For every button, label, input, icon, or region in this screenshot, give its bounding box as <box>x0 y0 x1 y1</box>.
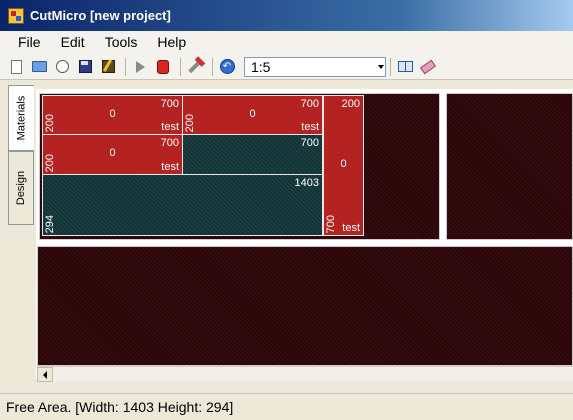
piece[interactable]: 700 0 test 200 <box>182 95 323 135</box>
eraser-button[interactable] <box>418 57 438 77</box>
free-area[interactable]: 1403 294 <box>42 174 323 236</box>
menu-tools[interactable]: Tools <box>95 31 148 54</box>
piece-height: 700 <box>325 214 337 233</box>
run-button[interactable] <box>130 57 150 77</box>
toolbar: ↶ 1:5 <box>0 54 573 80</box>
free-area[interactable]: 700 <box>182 134 323 175</box>
piece-name: test <box>161 121 179 133</box>
tab-materials-label: Materials <box>15 95 28 141</box>
window-title: CutMicro [new project] <box>30 8 171 23</box>
piece-name: test <box>161 161 179 173</box>
open-button[interactable] <box>29 57 49 77</box>
stop-button[interactable] <box>153 57 173 77</box>
scale-value: 1:5 <box>251 58 271 75</box>
toolbar-separator <box>212 57 213 76</box>
save-as-icon <box>101 60 115 73</box>
new-file-icon <box>10 59 22 74</box>
toolbar-separator <box>390 57 391 76</box>
sheet-right[interactable] <box>446 93 573 240</box>
tools-button[interactable] <box>185 57 205 77</box>
piece-width: 200 <box>341 98 360 110</box>
piece-name: test <box>342 222 360 234</box>
piece[interactable]: 700 0 test 200 <box>42 95 183 135</box>
sheet-bottom[interactable] <box>37 246 573 366</box>
piece[interactable]: 200 0 test 700 <box>323 95 364 236</box>
free-area-height: 294 <box>44 214 56 233</box>
eraser-icon <box>419 59 437 74</box>
tab-design[interactable]: Design <box>8 151 34 225</box>
status-text: Free Area. [Width: 1403 Height: 294] <box>6 399 234 415</box>
free-area-width: 1403 <box>294 177 319 189</box>
piece-count: 0 <box>109 147 116 159</box>
menu-edit[interactable]: Edit <box>51 31 95 54</box>
run-icon <box>135 60 145 73</box>
open-folder-icon <box>31 61 47 72</box>
app-icon <box>8 7 24 24</box>
side-tabs: Materials Design <box>0 81 36 368</box>
piece-height: 200 <box>44 153 56 172</box>
menu-help[interactable]: Help <box>147 31 196 54</box>
new-button[interactable] <box>6 57 26 77</box>
tab-design-label: Design <box>15 170 27 206</box>
layout-icon <box>397 61 413 72</box>
tools-icon <box>188 59 202 74</box>
piece-height: 200 <box>44 113 56 132</box>
scroll-left-button[interactable] <box>37 367 53 382</box>
design-canvas[interactable]: 700 0 test 200 700 0 test 200 200 0 test… <box>36 89 573 379</box>
piece-count: 0 <box>249 108 256 120</box>
recent-icon <box>55 60 69 73</box>
piece-count: 0 <box>109 108 116 120</box>
menu-bar: File Edit Tools Help <box>0 31 573 54</box>
save-icon <box>78 60 92 73</box>
stop-icon <box>157 59 169 74</box>
piece-name: test <box>301 121 319 133</box>
toolbar-separator <box>125 57 126 76</box>
sheet-main[interactable]: 700 0 test 200 700 0 test 200 200 0 test… <box>39 93 440 240</box>
free-area-width: 700 <box>300 137 319 149</box>
layout-button[interactable] <box>395 57 415 77</box>
save-button[interactable] <box>75 57 95 77</box>
tab-materials[interactable]: Materials <box>8 85 34 151</box>
recent-button[interactable] <box>52 57 72 77</box>
toolbar-separator <box>180 57 181 76</box>
title-bar: CutMicro [new project] <box>0 0 573 31</box>
chevron-down-icon[interactable] <box>377 58 385 76</box>
back-icon: ↶ <box>219 59 235 74</box>
menu-file[interactable]: File <box>0 31 51 54</box>
save-as-button[interactable] <box>98 57 118 77</box>
piece-count: 0 <box>340 158 347 170</box>
status-bar: Free Area. [Width: 1403 Height: 294] <box>0 393 573 420</box>
horizontal-scrollbar[interactable] <box>37 366 573 382</box>
piece-height: 200 <box>184 113 196 132</box>
piece[interactable]: 700 0 test 200 <box>42 134 183 175</box>
back-button[interactable]: ↶ <box>217 57 237 77</box>
scale-combobox[interactable]: 1:5 <box>244 56 386 77</box>
